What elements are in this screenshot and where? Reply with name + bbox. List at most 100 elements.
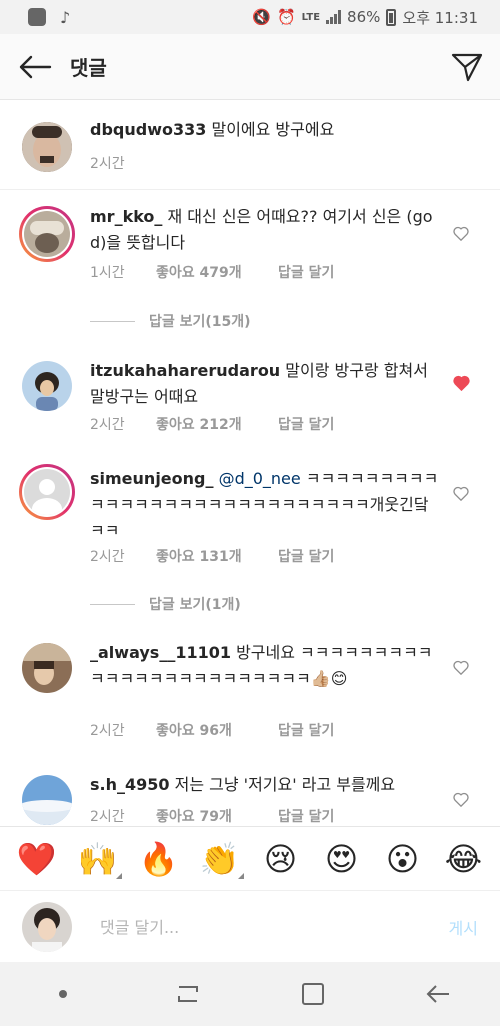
reply-button[interactable]: 답글 달기 [278, 546, 334, 566]
network-type: LTE [301, 11, 321, 23]
divider [90, 603, 135, 605]
current-user-avatar [22, 902, 72, 952]
view-replies-button[interactable]: 답글 보기(1개) [90, 594, 241, 614]
comment-time: 2시간 [90, 809, 125, 825]
android-nav-bar [0, 962, 500, 1026]
mention-link[interactable]: @d_0_nee [219, 469, 301, 488]
alarm-icon: ⏰ [276, 8, 296, 26]
reply-button[interactable]: 답글 달기 [278, 806, 334, 826]
comment-meta: 2시간 [90, 153, 156, 173]
comment-time: 1시간 [90, 265, 125, 281]
like-button[interactable] [452, 790, 470, 808]
like-count[interactable]: 좋아요 479개 [156, 262, 278, 282]
home-square-icon [301, 983, 324, 1005]
emoji-quick-bar: ❤️ 🙌 🔥 👏 😢 😍 😮 😂 [0, 826, 500, 890]
username[interactable]: mr_kko_ [90, 207, 162, 226]
avatar[interactable] [22, 643, 72, 693]
emoji-clap-button[interactable]: 👏 [198, 837, 244, 881]
clapping-hands-icon: 👏 [199, 839, 240, 878]
emoji-heart-button[interactable]: ❤️ [15, 837, 59, 881]
clock: 오후 11:31 [402, 8, 478, 27]
like-button[interactable] [452, 484, 470, 502]
battery-icon [386, 8, 397, 26]
header: 댓글 [0, 34, 500, 100]
crying-face-icon: 😢 [263, 839, 298, 878]
like-count[interactable]: 좋아요 79개 [156, 806, 278, 826]
like-count[interactable]: 좋아요 131개 [156, 546, 278, 566]
divider [90, 320, 135, 322]
comment-meta: 2시간 좋아요 96개 답글 달기 [90, 720, 334, 740]
app-notification-icon [28, 8, 46, 26]
reply-button[interactable]: 답글 달기 [278, 414, 334, 434]
username[interactable]: _always__11101 [90, 643, 231, 662]
tears-of-joy-icon: 😂 [444, 839, 483, 878]
avatar [24, 211, 70, 257]
skin-tone-indicator [115, 872, 122, 879]
comment-meta: 2시간 좋아요 131개 답글 달기 [90, 546, 334, 566]
direct-message-button[interactable] [450, 50, 484, 84]
username[interactable]: itzukahaharerudarou [90, 361, 280, 380]
avatar [24, 469, 70, 515]
nav-back-button[interactable] [408, 969, 468, 1019]
comment-text-line: itzukahaharerudarou 말이랑 방구랑 합쳐서 말방구는 어때요 [90, 358, 440, 410]
like-button[interactable] [452, 224, 470, 242]
back-button[interactable] [0, 34, 70, 100]
dot-icon [58, 990, 67, 998]
emoji-fire-button[interactable]: 🔥 [137, 837, 181, 881]
reply-button[interactable]: 답글 달기 [278, 720, 334, 740]
comment-text-line: simeunjeong_ @d_0_nee ㅋㅋㅋㅋㅋㅋㅋㅋㅋㅋㅋㅋㅋㅋㅋㅋㅋㅋ… [90, 466, 440, 544]
view-replies-label: 답글 보기(1개) [149, 597, 241, 613]
view-replies-label: 답글 보기(15개) [149, 314, 251, 330]
avatar-story-ring[interactable] [19, 206, 75, 262]
post-caption: dbqudwo333 말이에요 방구에요 2시간 [0, 100, 500, 190]
heart-outline-icon [453, 792, 469, 807]
comment-text-line: s.h_4950 저는 그냥 '저기요' 라고 부를께요 [90, 772, 440, 798]
comment-meta: 2시간 좋아요 79개 답글 달기 [90, 806, 334, 826]
caption-text-line: dbqudwo333 말이에요 방구에요 [90, 117, 440, 143]
username[interactable]: s.h_4950 [90, 775, 170, 794]
emoji-surprised-button[interactable]: 😮 [381, 837, 425, 881]
emoji-crying-button[interactable]: 😢 [259, 837, 303, 881]
comment-input[interactable] [100, 911, 420, 943]
arrow-left-icon [19, 55, 52, 78]
username[interactable]: dbqudwo333 [90, 120, 206, 139]
heart-outline-icon [453, 660, 469, 675]
heart-filled-icon [452, 375, 470, 391]
caption-text: 말이에요 방구에요 [211, 120, 335, 139]
recent-apps-button[interactable] [158, 969, 218, 1019]
avatar[interactable] [22, 775, 72, 825]
signal-icon [326, 10, 342, 24]
skin-tone-indicator [237, 872, 244, 879]
paper-plane-icon [451, 53, 483, 82]
like-button[interactable] [452, 374, 470, 392]
comment-text-line: mr_kko_ 재 대신 신은 어때요?? 여기서 신은 (god)을 뜻합니다 [90, 204, 440, 256]
fire-icon: 🔥 [138, 839, 179, 878]
username[interactable]: simeunjeong_ [90, 469, 213, 488]
post-button[interactable]: 게시 [449, 915, 478, 939]
raised-hands-icon: 🙌 [77, 839, 118, 878]
comment-text: 저는 그냥 '저기요' 라고 부를께요 [174, 775, 396, 794]
avatar[interactable] [22, 361, 72, 411]
emoji-raised-hands-button[interactable]: 🙌 [76, 837, 122, 881]
emoji-heart-eyes-button[interactable]: 😍 [320, 837, 364, 881]
like-count[interactable]: 좋아요 212개 [156, 414, 278, 434]
mute-icon: 🔇 [252, 8, 271, 26]
reply-button[interactable]: 답글 달기 [278, 262, 334, 282]
page-title: 댓글 [70, 56, 107, 80]
home-button[interactable] [283, 969, 343, 1019]
like-count[interactable]: 좋아요 96개 [156, 720, 278, 740]
emoji-laughing-button[interactable]: 😂 [442, 837, 486, 881]
comment-text-line: _always__11101 방구네요 ㅋㅋㅋㅋㅋㅋㅋㅋㅋㅋㅋㅋㅋㅋㅋㅋㅋㅋㅋㅋ… [90, 640, 440, 692]
battery-percent: 86% [347, 8, 381, 26]
surprised-face-icon: 😮 [385, 839, 420, 878]
back-arrow-icon [426, 985, 449, 1003]
avatar-story-ring[interactable] [19, 464, 75, 520]
comment-time: 2시간 [90, 549, 125, 565]
avatar[interactable] [22, 122, 72, 172]
heart-outline-icon [453, 486, 469, 501]
like-button[interactable] [452, 658, 470, 676]
comment-time: 2시간 [90, 723, 125, 739]
nav-dot-button[interactable] [33, 969, 93, 1019]
red-heart-icon: ❤️ [16, 839, 57, 878]
view-replies-button[interactable]: 답글 보기(15개) [90, 311, 251, 331]
